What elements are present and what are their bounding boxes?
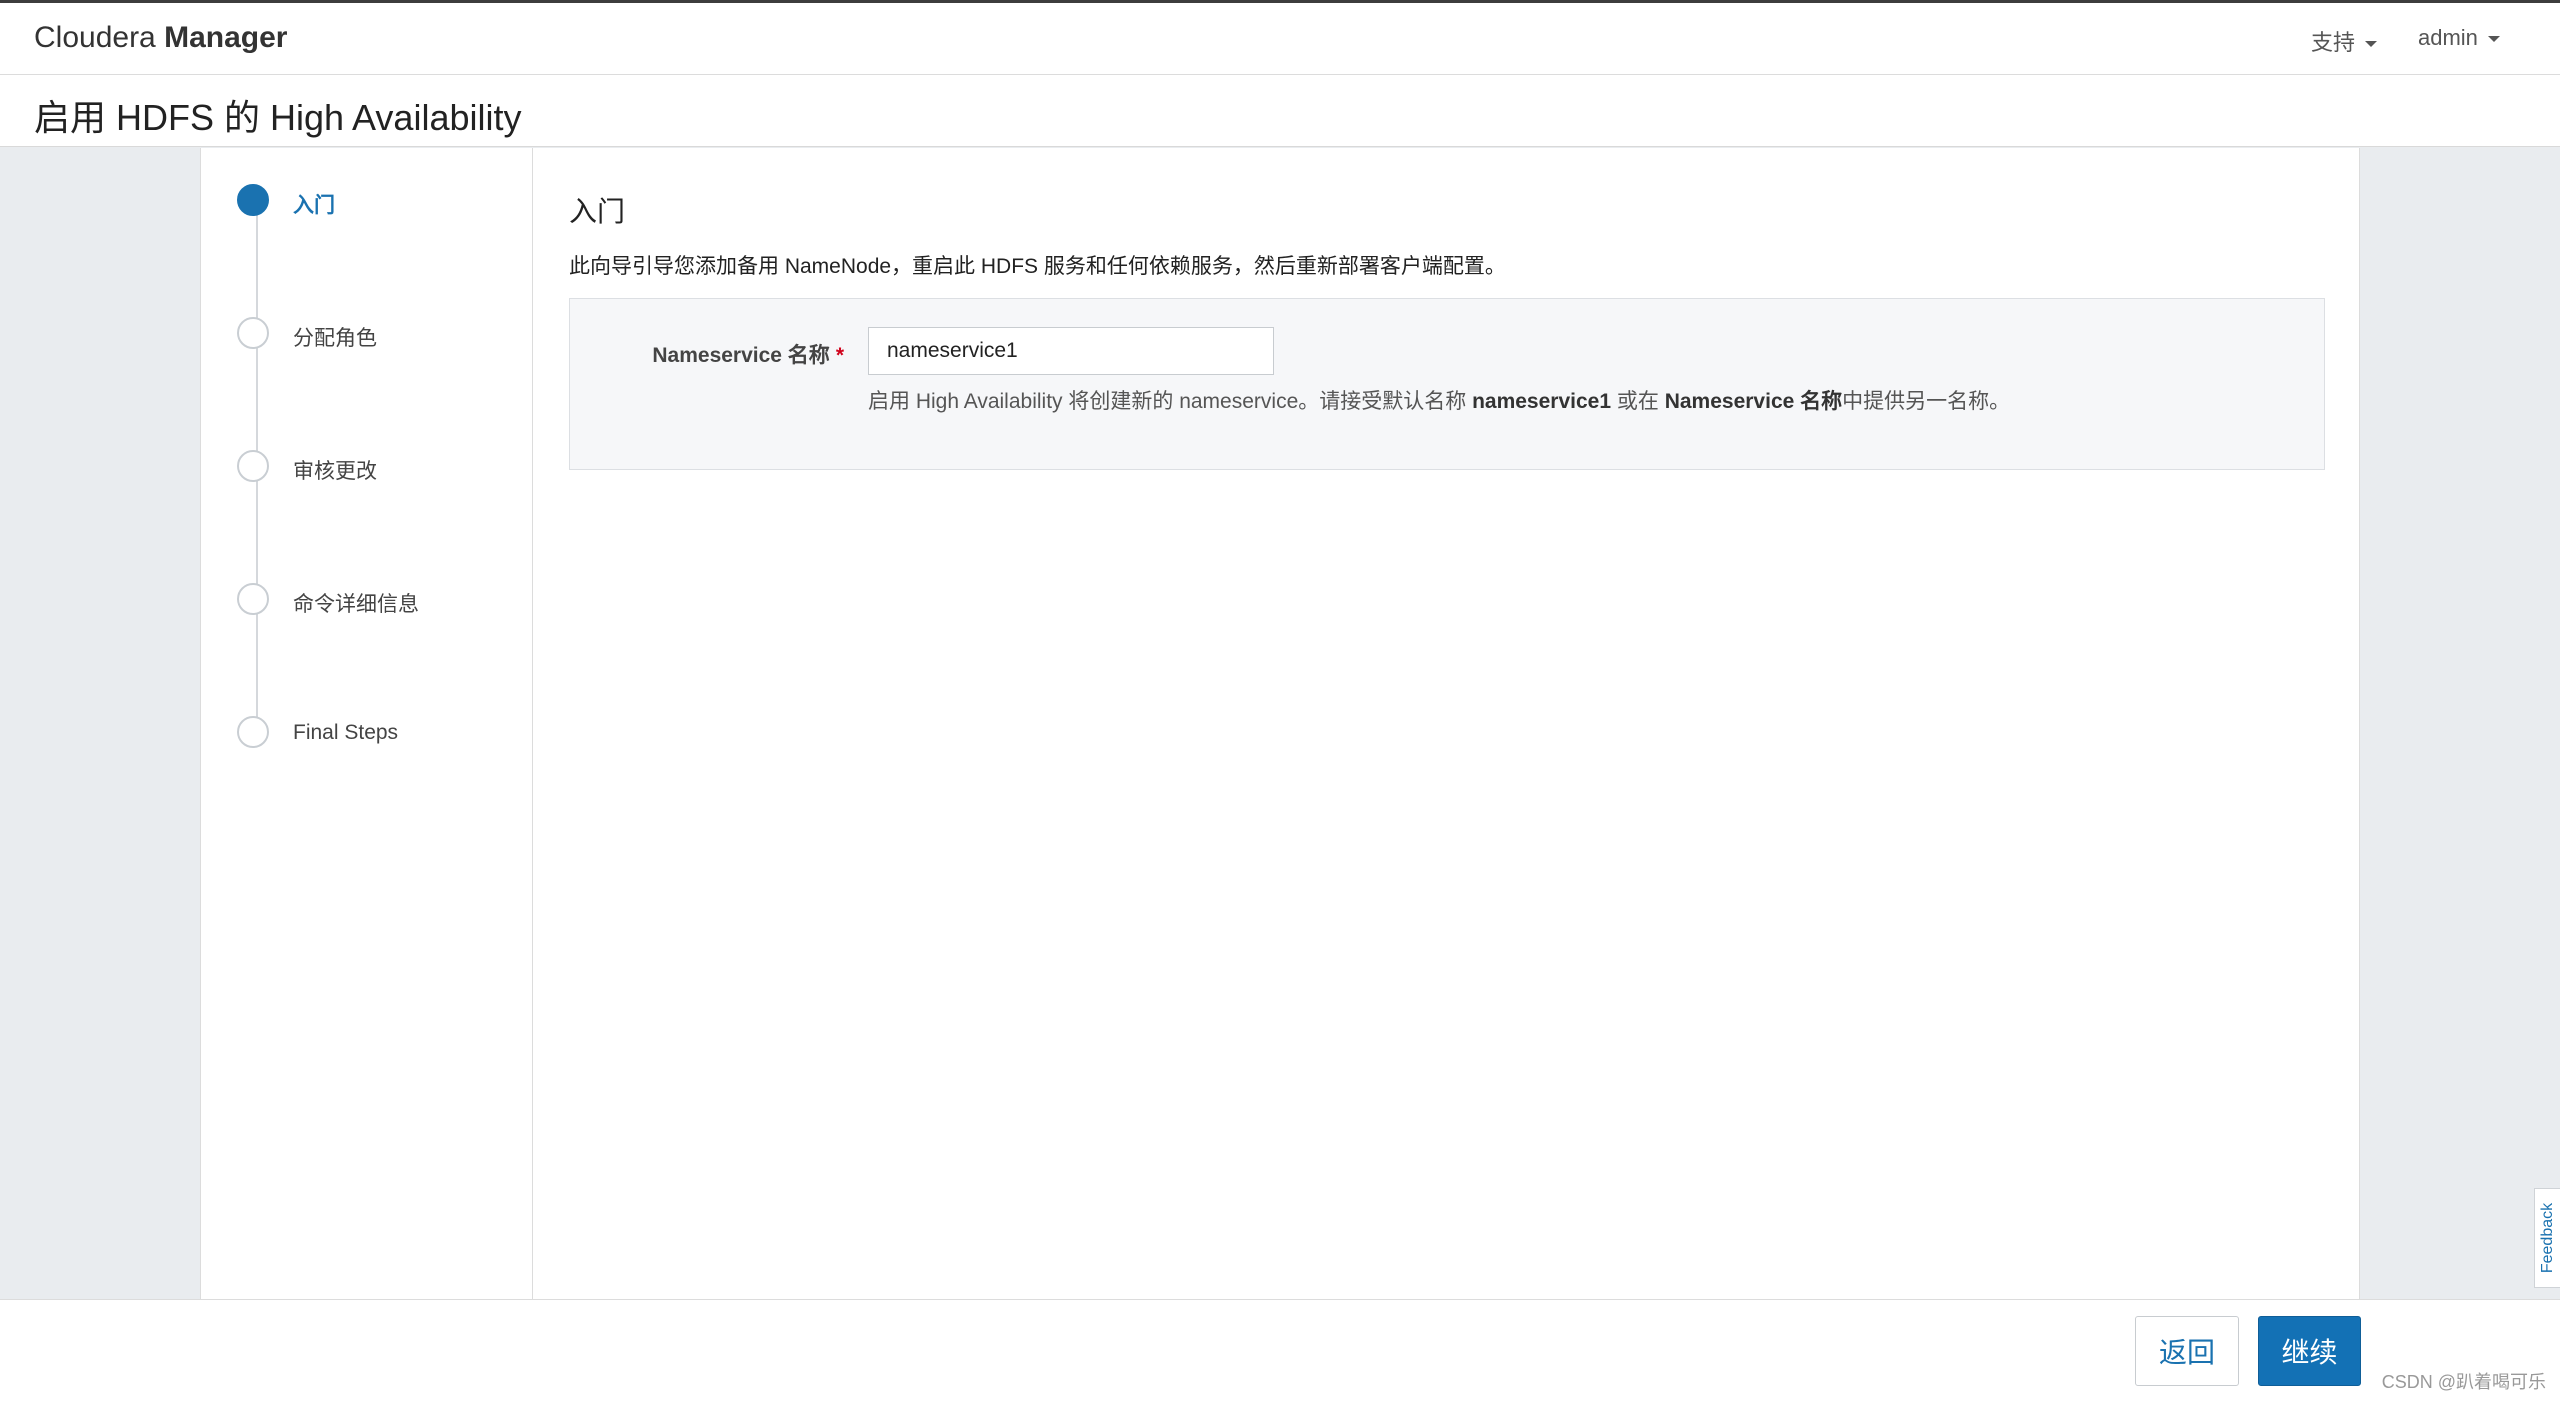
support-menu[interactable]: 支持 [2311, 25, 2378, 57]
step-circle-icon [237, 716, 269, 748]
step-label: Final Steps [293, 721, 399, 744]
wizard-container: 入门 分配角色 审核更改 命令详细信息 Final Steps 入门 此向导引导… [200, 148, 2360, 1299]
help-default-name: nameservice1 [1472, 390, 1612, 413]
chevron-down-icon [2487, 36, 2500, 43]
section-title: 入门 [569, 196, 626, 227]
top-navbar: Cloudera Manager 支持 admin [0, 3, 2560, 75]
step-circle-icon [237, 450, 269, 482]
help-middle: 或在 [1611, 390, 1665, 413]
user-menu-label: admin [2418, 25, 2478, 50]
step-label: 入门 [293, 194, 335, 217]
user-menu[interactable]: admin [2418, 25, 2500, 51]
help-prefix: 启用 High Availability 将创建新的 nameservice。请… [868, 390, 1473, 413]
wizard-step-assign-roles[interactable]: 分配角色 [237, 315, 527, 355]
wizard-footer: 返回 继续 CSDN @趴着喝可乐 [0, 1299, 2560, 1402]
intro-text: 此向导引导您添加备用 NameNode，重启此 HDFS 服务和任何依赖服务，然… [569, 255, 1506, 278]
step-circle-icon [237, 317, 269, 349]
field-label-text: Nameservice 名称 [652, 344, 830, 367]
brand-name-bold: Manager [164, 21, 288, 54]
brand-logo[interactable]: Cloudera Manager [34, 21, 287, 55]
wizard-steps-sidebar: 入门 分配角色 审核更改 命令详细信息 Final Steps [201, 148, 533, 1299]
help-suffix: 中提供另一名称。 [1842, 390, 2011, 413]
wizard-step-intro[interactable]: 入门 [237, 182, 527, 222]
brand-name-light: Cloudera [34, 21, 156, 54]
step-label: 分配角色 [293, 327, 377, 350]
help-field-name: Nameservice 名称 [1664, 390, 1843, 413]
page-title-bar: 启用 HDFS 的 High Availability [0, 75, 2560, 147]
step-circle-icon [237, 583, 269, 615]
wizard-step-review-changes[interactable]: 审核更改 [237, 448, 527, 488]
nameservice-form-panel: Nameservice 名称* 启用 High Availability 将创建… [569, 298, 2325, 470]
page-title: 启用 HDFS 的 High Availability [34, 97, 522, 138]
continue-button[interactable]: 继续 [2258, 1316, 2361, 1386]
step-active-circle-icon [237, 184, 269, 216]
step-label: 审核更改 [293, 460, 377, 483]
field-help-text: 启用 High Availability 将创建新的 nameservice。请… [868, 385, 2010, 415]
wizard-step-final-steps[interactable]: Final Steps [237, 714, 527, 754]
wizard-step-command-details[interactable]: 命令详细信息 [237, 581, 527, 621]
chevron-down-icon [2365, 41, 2378, 48]
back-button[interactable]: 返回 [2135, 1316, 2239, 1386]
nameservice-name-label: Nameservice 名称 * [570, 339, 844, 369]
feedback-tab[interactable]: Feedback [2534, 1188, 2560, 1288]
support-menu-label: 支持 [2311, 30, 2356, 55]
step-label: 命令详细信息 [293, 593, 419, 616]
nameservice-name-input[interactable] [868, 327, 1274, 375]
wizard-content: 入门 此向导引导您添加备用 NameNode，重启此 HDFS 服务和任何依赖服… [533, 148, 2359, 1299]
feedback-label: Feedback [2538, 1202, 2556, 1274]
required-marker: * [835, 344, 844, 367]
watermark: CSDN @趴着喝可乐 [2381, 1372, 2546, 1392]
